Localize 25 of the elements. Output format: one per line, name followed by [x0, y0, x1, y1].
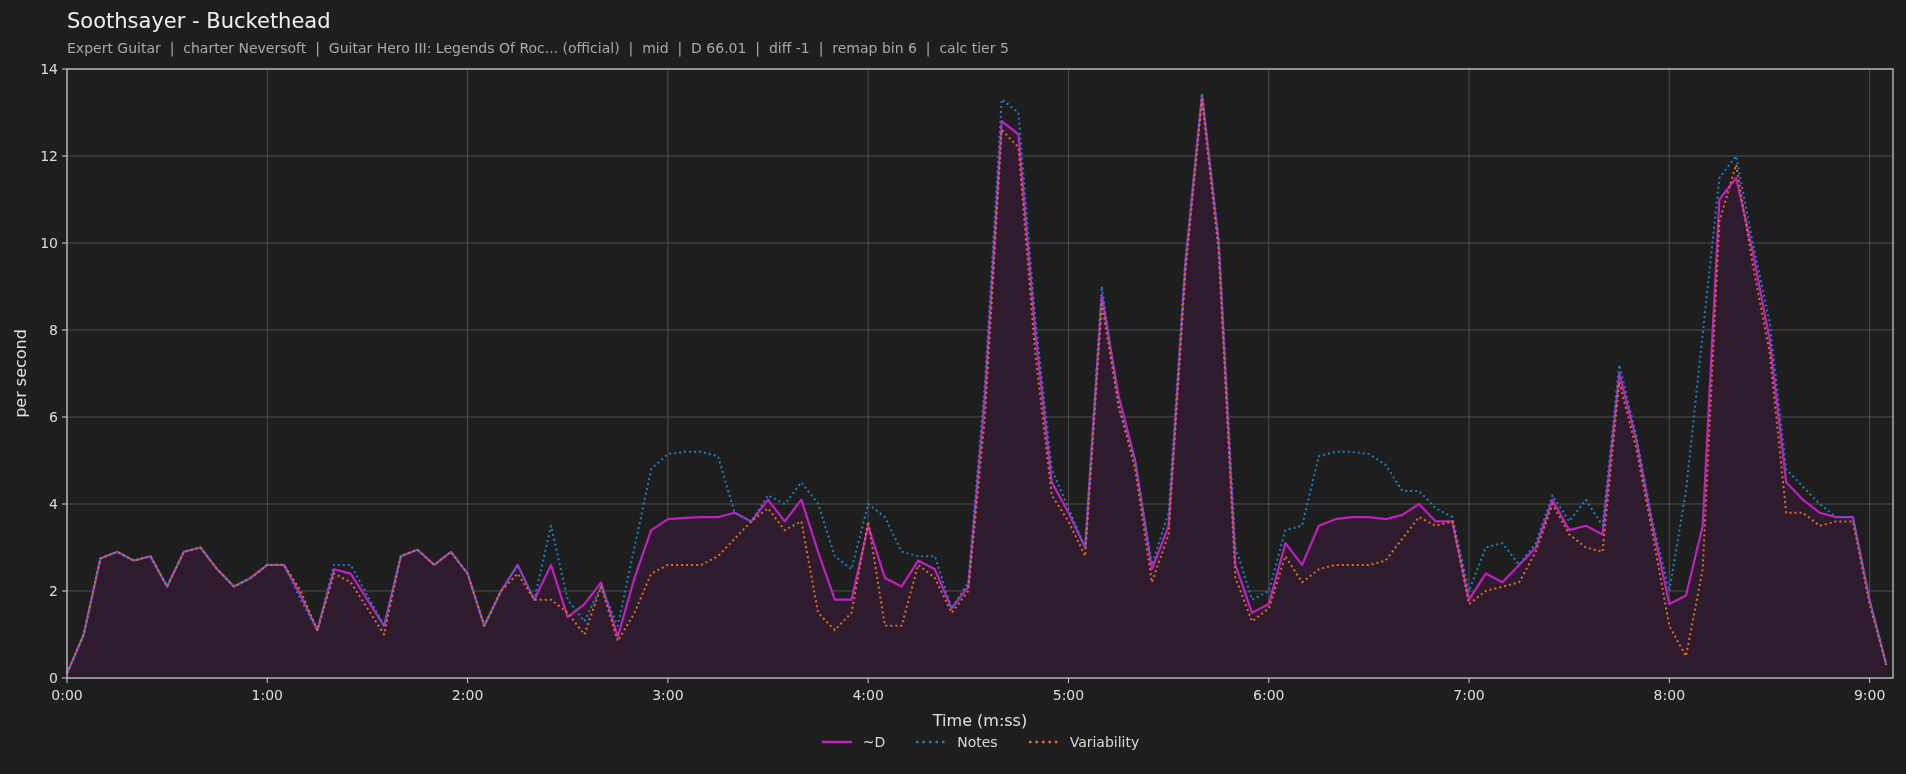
y-tick-label: 0	[49, 670, 58, 686]
x-tick-label: 3:00	[652, 687, 684, 703]
x-tick-label: 4:00	[852, 687, 884, 703]
legend-label: Variability	[1069, 734, 1140, 750]
chart-subtitle: Expert Guitar | charter Neversoft | Guitar Hero III: Legends Of Roc... (official) | mid | D 66.01 | diff -1 | remap bin 6 | calc tier 5	[67, 39, 1010, 58]
y-tick-label: 8	[49, 322, 58, 338]
x-tick-label: 9:00	[1853, 687, 1886, 703]
y-tick-label: 6	[49, 409, 58, 425]
x-axis-title: Time (m:ss)	[932, 711, 1028, 730]
y-tick-label: 4	[49, 496, 58, 512]
x-tick-label: 7:00	[1453, 687, 1485, 703]
legend-label: ~D	[862, 734, 886, 750]
x-tick-label: 6:00	[1253, 687, 1285, 703]
y-tick-label: 10	[40, 235, 58, 251]
x-tick-label: 8:00	[1653, 687, 1686, 703]
y-tick-label: 12	[40, 148, 58, 164]
y-tick-label: 14	[40, 64, 58, 77]
y-axis-title: per second	[11, 329, 30, 418]
y-tick-label: 2	[49, 583, 58, 599]
x-tick-label: 1:00	[251, 687, 283, 703]
chart-title: Soothsayer - Buckethead	[67, 8, 332, 34]
x-tick-label: 5:00	[1052, 687, 1085, 703]
x-tick-label: 2:00	[451, 687, 484, 703]
x-tick-label: 0:00	[51, 687, 83, 703]
legend-label: Notes	[957, 734, 998, 750]
